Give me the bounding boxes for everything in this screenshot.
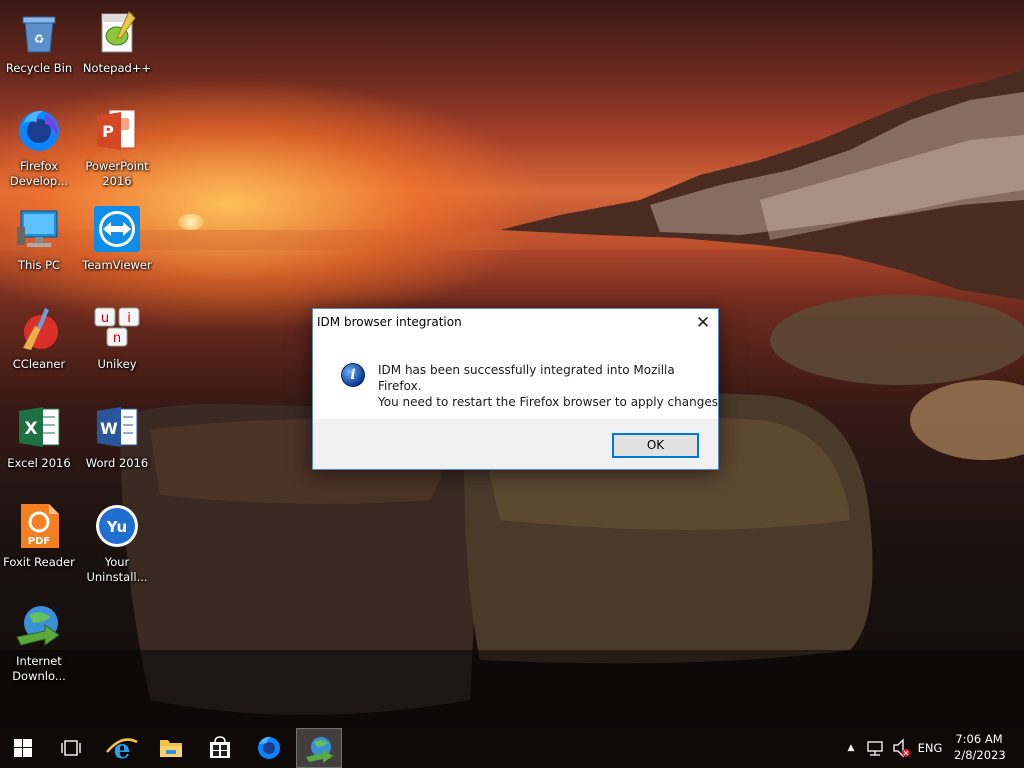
taskbar: e ▲ ENG 7:06 AM 2/8/2023 (0, 728, 1024, 768)
desktop-icon-label: Word 2016 (85, 456, 149, 470)
uninstaller-glyph: Yu (106, 518, 127, 536)
start-button[interactable] (0, 728, 46, 768)
taskbar-clock[interactable]: 7:06 AM 2/8/2023 (954, 731, 1006, 763)
idm-integration-dialog: IDM browser integration ✕ i IDM has been… (312, 308, 719, 470)
dialog-message-line: You need to restart the Firefox browser … (378, 395, 718, 409)
desktop-icon-word-2016[interactable]: W Word 2016 (78, 403, 156, 471)
language-indicator[interactable]: ENG (914, 728, 946, 768)
unikey-key-n: n (113, 331, 121, 346)
desktop-icon-label: Notepad++ (82, 61, 152, 75)
desktop-icon-label: Foxit Reader (3, 555, 75, 569)
desktop-icon-notepad-plus-plus[interactable]: Notepad++ (78, 8, 156, 76)
internet-download-manager-icon (306, 737, 333, 763)
desktop-icon-unikey[interactable]: u i n Unikey (78, 304, 156, 372)
unikey-key-i: i (127, 311, 131, 326)
ccleaner-icon (15, 304, 63, 352)
this-pc-icon (15, 205, 63, 253)
file-explorer-icon (160, 740, 182, 757)
dialog-footer: OK (313, 419, 718, 469)
dialog-message: IDM has been successfully integrated int… (378, 362, 718, 410)
microsoft-store-taskbar-button[interactable] (197, 728, 243, 768)
dialog-title: IDM browser integration (317, 315, 462, 329)
clock-time: 7:06 AM (955, 732, 1003, 746)
desktop-icon-your-uninstaller[interactable]: Yu Your Uninstall... (78, 502, 156, 585)
powerpoint-icon: P (93, 106, 141, 154)
unikey-icon: u i n (93, 304, 141, 352)
desktop-icon-firefox-developer[interactable]: Firefox Develop... (0, 106, 78, 189)
desktop-icon-label: TeamViewer (82, 258, 152, 272)
internet-explorer-taskbar-button[interactable]: e (99, 728, 145, 768)
desktop-icon-this-pc[interactable]: This PC (0, 205, 78, 273)
network-icon[interactable] (864, 728, 888, 768)
word-icon: W (93, 403, 141, 451)
desktop-icon-recycle-bin[interactable]: ♻ Recycle Bin (0, 8, 78, 76)
excel-glyph: X (24, 419, 37, 439)
notepad-plus-plus-icon (93, 8, 141, 56)
desktop-icon-foxit-reader[interactable]: PDF Foxit Reader (0, 502, 78, 570)
desktop-icon-label: Recycle Bin (5, 61, 73, 75)
file-explorer-taskbar-button[interactable] (148, 728, 194, 768)
internet-explorer-icon: e (106, 735, 138, 765)
internet-download-manager-icon (15, 601, 63, 649)
recycle-bin-icon: ♻ (15, 8, 63, 56)
desktop-icon-internet-download-manager[interactable]: Internet Downlo... (0, 601, 78, 684)
svg-text:P: P (102, 122, 114, 141)
task-view-icon (61, 740, 81, 756)
dialog-body: i IDM has been successfully integrated i… (313, 337, 718, 418)
svg-text:♻: ♻ (34, 32, 45, 46)
show-hidden-icons-button[interactable]: ▲ (844, 728, 858, 768)
desktop-icon-excel-2016[interactable]: X Excel 2016 (0, 403, 78, 471)
task-view-button[interactable] (48, 728, 94, 768)
internet-download-manager-taskbar-button[interactable] (296, 728, 342, 768)
dialog-titlebar[interactable]: IDM browser integration ✕ (313, 309, 718, 337)
desktop-icon-label: Unikey (97, 357, 137, 371)
windows-logo-icon (14, 739, 32, 757)
foxit-glyph: PDF (28, 536, 50, 547)
dialog-message-line: IDM has been successfully integrated int… (378, 363, 675, 393)
word-glyph: W (100, 419, 118, 438)
ok-button[interactable]: OK (612, 433, 699, 458)
firefox-developer-taskbar-button[interactable] (246, 728, 292, 768)
close-icon[interactable]: ✕ (688, 309, 718, 337)
desktop-icon-label: Internet Downlo... (12, 654, 66, 683)
unikey-key-u: u (101, 311, 109, 326)
desktop-icon-label: Excel 2016 (7, 456, 71, 470)
desktop-icon-teamviewer[interactable]: TeamViewer (78, 205, 156, 273)
teamviewer-icon (93, 205, 141, 253)
desktop-icon-label: Your Uninstall... (86, 555, 148, 584)
info-icon: i (341, 363, 365, 387)
desktop-icon-label: CCleaner (12, 357, 66, 371)
volume-muted-icon[interactable] (890, 728, 914, 768)
excel-icon: X (15, 403, 63, 451)
desktop-icon-label: Firefox Develop... (9, 159, 69, 188)
clock-date: 2/8/2023 (954, 748, 1006, 762)
desktop-icon-label: PowerPoint 2016 (85, 159, 149, 188)
firefox-developer-icon (258, 736, 280, 759)
desktop-icon-powerpoint-2016[interactable]: P PowerPoint 2016 (78, 106, 156, 189)
foxit-reader-icon: PDF (15, 502, 63, 550)
microsoft-store-icon (210, 736, 230, 758)
desktop-icon-ccleaner[interactable]: CCleaner (0, 304, 78, 372)
your-uninstaller-icon: Yu (93, 502, 141, 550)
firefox-developer-icon (15, 106, 63, 154)
desktop-icon-label: This PC (17, 258, 61, 272)
